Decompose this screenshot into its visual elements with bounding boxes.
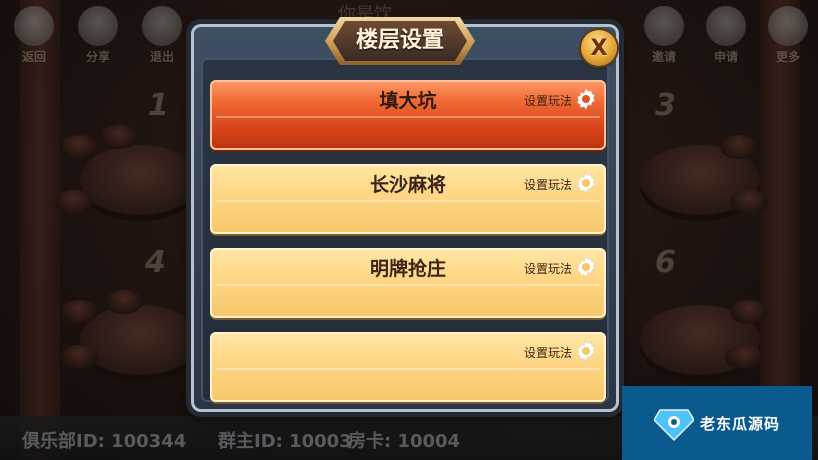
floor-divider: [216, 284, 600, 286]
floor-divider: [216, 116, 600, 118]
gear-icon[interactable]: [574, 87, 598, 111]
watermark-text: 老东瓜源码: [700, 415, 781, 433]
dialog-title: 楼层设置: [355, 28, 444, 53]
close-icon: X: [590, 35, 608, 61]
floor-item-4[interactable]: 设置玩法: [210, 332, 606, 402]
set-rules-link[interactable]: 设置玩法: [524, 92, 572, 109]
floor-divider: [216, 368, 600, 370]
set-rules-link[interactable]: 设置玩法: [524, 344, 572, 361]
set-rules-link[interactable]: 设置玩法: [524, 260, 572, 277]
watermark: 老东瓜源码: [622, 386, 812, 460]
gear-icon[interactable]: [574, 255, 598, 279]
gear-icon[interactable]: [574, 339, 598, 363]
diamond-logo-icon: [654, 409, 694, 442]
floor-divider: [216, 200, 600, 202]
floor-item-2[interactable]: 长沙麻将 设置玩法: [210, 164, 606, 234]
close-button[interactable]: X: [581, 30, 617, 66]
floor-item-3[interactable]: 明牌抢庄 设置玩法: [210, 248, 606, 318]
gear-icon[interactable]: [574, 171, 598, 195]
set-rules-link[interactable]: 设置玩法: [524, 176, 572, 193]
floor-item-1[interactable]: 填大坑 设置玩法: [210, 80, 606, 150]
